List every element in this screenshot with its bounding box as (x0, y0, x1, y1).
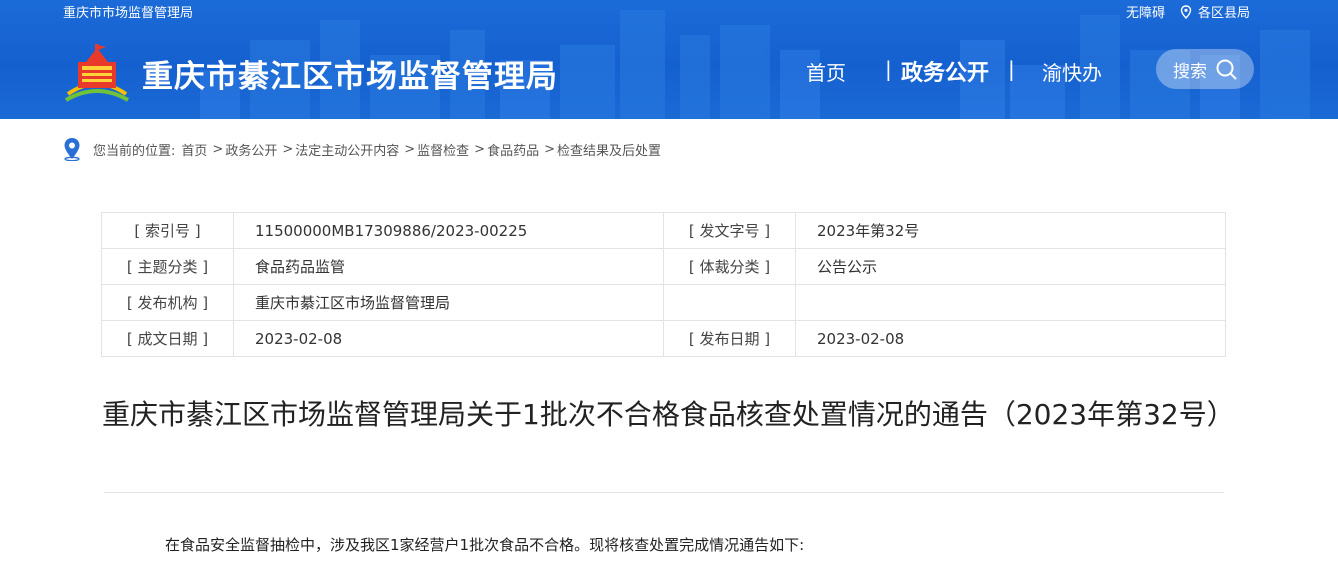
top-utility-bar: 重庆市市场监督管理局 无障碍 各区县局 (0, 0, 1338, 22)
breadcrumb-item[interactable]: 检查结果及后处置 (557, 140, 661, 159)
index-label: [ 索引号 ] (101, 212, 234, 249)
published-date-label: [ 发布日期 ] (663, 320, 796, 357)
index-value: 11500000MB17309886/2023-00225 (233, 212, 664, 249)
search-icon (1216, 59, 1237, 80)
topic-value: 食品药品监管 (233, 248, 664, 285)
topic-label: [ 主题分类 ] (101, 248, 234, 285)
genre-label: [ 体裁分类 ] (663, 248, 796, 285)
breadcrumb-arrow: > (404, 141, 416, 157)
breadcrumb-arrow: > (544, 141, 555, 157)
article-title: 重庆市綦江区市场监督管理局关于1批次不合格食品核查处置情况的通告（2023年第3… (102, 398, 1235, 431)
empty-cell (795, 284, 1226, 321)
search-button[interactable]: 搜索 (1156, 49, 1254, 89)
breadcrumb-arrow: > (474, 141, 486, 157)
nav-gov-open[interactable]: 政务公开 (901, 56, 989, 86)
nav-separator: | (1008, 57, 1015, 81)
breadcrumb-item[interactable]: 食品药品 (487, 140, 539, 159)
empty-cell (663, 284, 796, 321)
table-row: [ 索引号 ] 11500000MB17309886/2023-00225 [ … (101, 212, 1226, 249)
nav-home[interactable]: 首页 (806, 56, 846, 86)
parent-site-link[interactable]: 重庆市市场监督管理局 (63, 2, 193, 21)
breadcrumb-item[interactable]: 首页 (181, 140, 207, 159)
top-right-links: 无障碍 各区县局 (1126, 2, 1250, 21)
org-label: [ 发布机构 ] (101, 284, 234, 321)
location-pin-icon (64, 138, 80, 161)
location-pin-icon (1180, 4, 1192, 19)
breadcrumb-item[interactable]: 法定主动公开内容 (295, 140, 399, 159)
nav-yukuaiban[interactable]: 渝快办 (1042, 56, 1102, 86)
table-row: [ 成文日期 ] 2023-02-08 [ 发布日期 ] 2023-02-08 (101, 320, 1226, 357)
doc-number-label: [ 发文字号 ] (663, 212, 796, 249)
created-date-label: [ 成文日期 ] (101, 320, 234, 357)
search-label: 搜索 (1173, 61, 1207, 82)
doc-number-value: 2023年第32号 (795, 212, 1226, 249)
accessibility-link[interactable]: 无障碍 (1126, 2, 1165, 21)
published-date-value: 2023-02-08 (795, 320, 1226, 357)
nav-separator: | (885, 57, 892, 81)
site-header: 重庆市市场监督管理局 无障碍 各区县局 重庆市綦江区市场监督管理局 首页 | 政… (0, 0, 1338, 119)
breadcrumb-arrow: > (212, 141, 224, 157)
regions-link[interactable]: 各区县局 (1179, 2, 1250, 21)
regions-label: 各区县局 (1197, 6, 1250, 21)
table-row: [ 发布机构 ] 重庆市綦江区市场监督管理局 (101, 284, 1226, 321)
table-row: [ 主题分类 ] 食品药品监管 [ 体裁分类 ] 公告公示 (101, 248, 1226, 285)
breadcrumb-item[interactable]: 政务公开 (225, 140, 277, 159)
breadcrumb-prefix: 您当前的位置: (93, 143, 176, 159)
created-date-value: 2023-02-08 (233, 320, 664, 357)
article-intro: 在食品安全监督抽检中，涉及我区1家经营户1批次食品不合格。现将核查处置完成情况通… (165, 536, 805, 554)
breadcrumb-item[interactable]: 监督检查 (417, 140, 469, 159)
genre-value: 公告公示 (795, 248, 1226, 285)
breadcrumb-arrow: > (282, 141, 294, 157)
breadcrumb: 您当前的位置: 首页 > 政务公开 > 法定主动公开内容 > 监督检查 > 食品… (62, 137, 661, 161)
emblem-logo[interactable] (64, 44, 130, 104)
site-title[interactable]: 重庆市綦江区市场监督管理局 (142, 51, 558, 96)
org-value: 重庆市綦江区市场监督管理局 (233, 284, 664, 321)
document-metadata-table: [ 索引号 ] 11500000MB17309886/2023-00225 [ … (101, 212, 1226, 357)
title-divider (104, 492, 1224, 493)
